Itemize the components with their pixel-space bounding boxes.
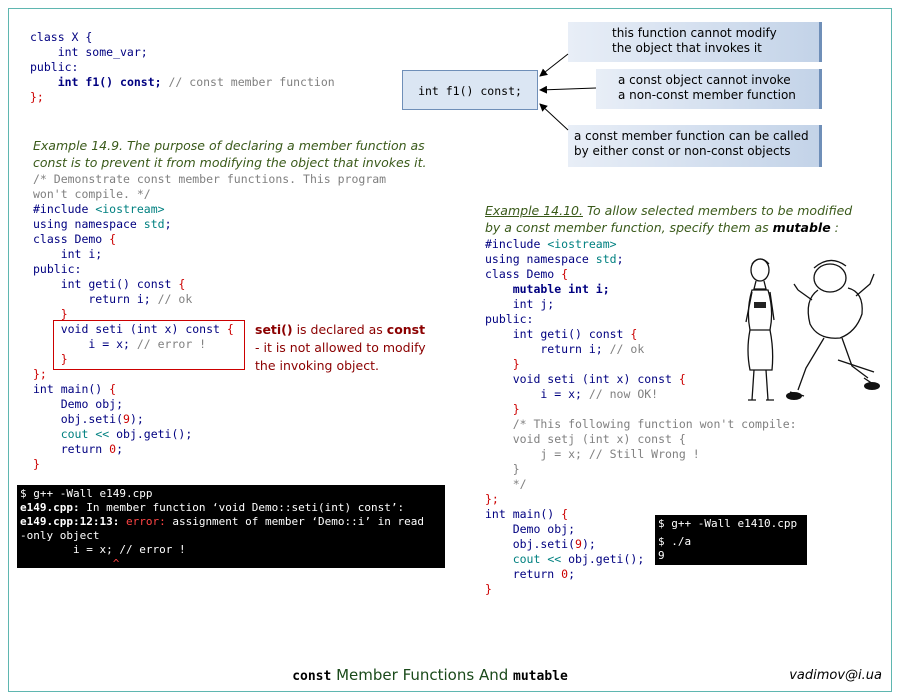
seti-highlight-box [53, 320, 245, 370]
terminal-e149: $ g++ -Wall e149.cpp e149.cpp: In member … [17, 485, 445, 568]
cartoon-illustration [745, 258, 880, 401]
example-1410-caption: Example 14.10. To allow selected members… [485, 203, 853, 235]
seti-note: seti() is declared as const - it is not … [255, 322, 426, 373]
terminal-line: 9 [658, 549, 665, 562]
example-149-caption: Example 14.9. The purpose of declaring a… [33, 138, 427, 170]
terminal-line: $ g++ -Wall e1410.cpp [658, 517, 798, 530]
slide-title: const Member Functions And mutable [292, 666, 568, 684]
author-email: vadimov@i.ua [789, 668, 882, 683]
arrow-line [539, 103, 569, 131]
terminal-caret: ^ [20, 557, 120, 568]
arrow-line [539, 85, 597, 94]
terminal-line: $ g++ -Wall e149.cpp [20, 487, 153, 500]
code-comment: /* Demonstrate const member functions. T… [33, 172, 387, 186]
arrow-line [539, 53, 569, 77]
terminal-line: -only object [20, 529, 100, 542]
code-comment: won't compile. */ [33, 187, 151, 201]
terminal-line: $ ./a [658, 535, 692, 548]
terminal-e1410: $ g++ -Wall e1410.cpp $ ./a 9 [655, 515, 807, 565]
terminal-line: i = x; // error ! [20, 543, 186, 556]
